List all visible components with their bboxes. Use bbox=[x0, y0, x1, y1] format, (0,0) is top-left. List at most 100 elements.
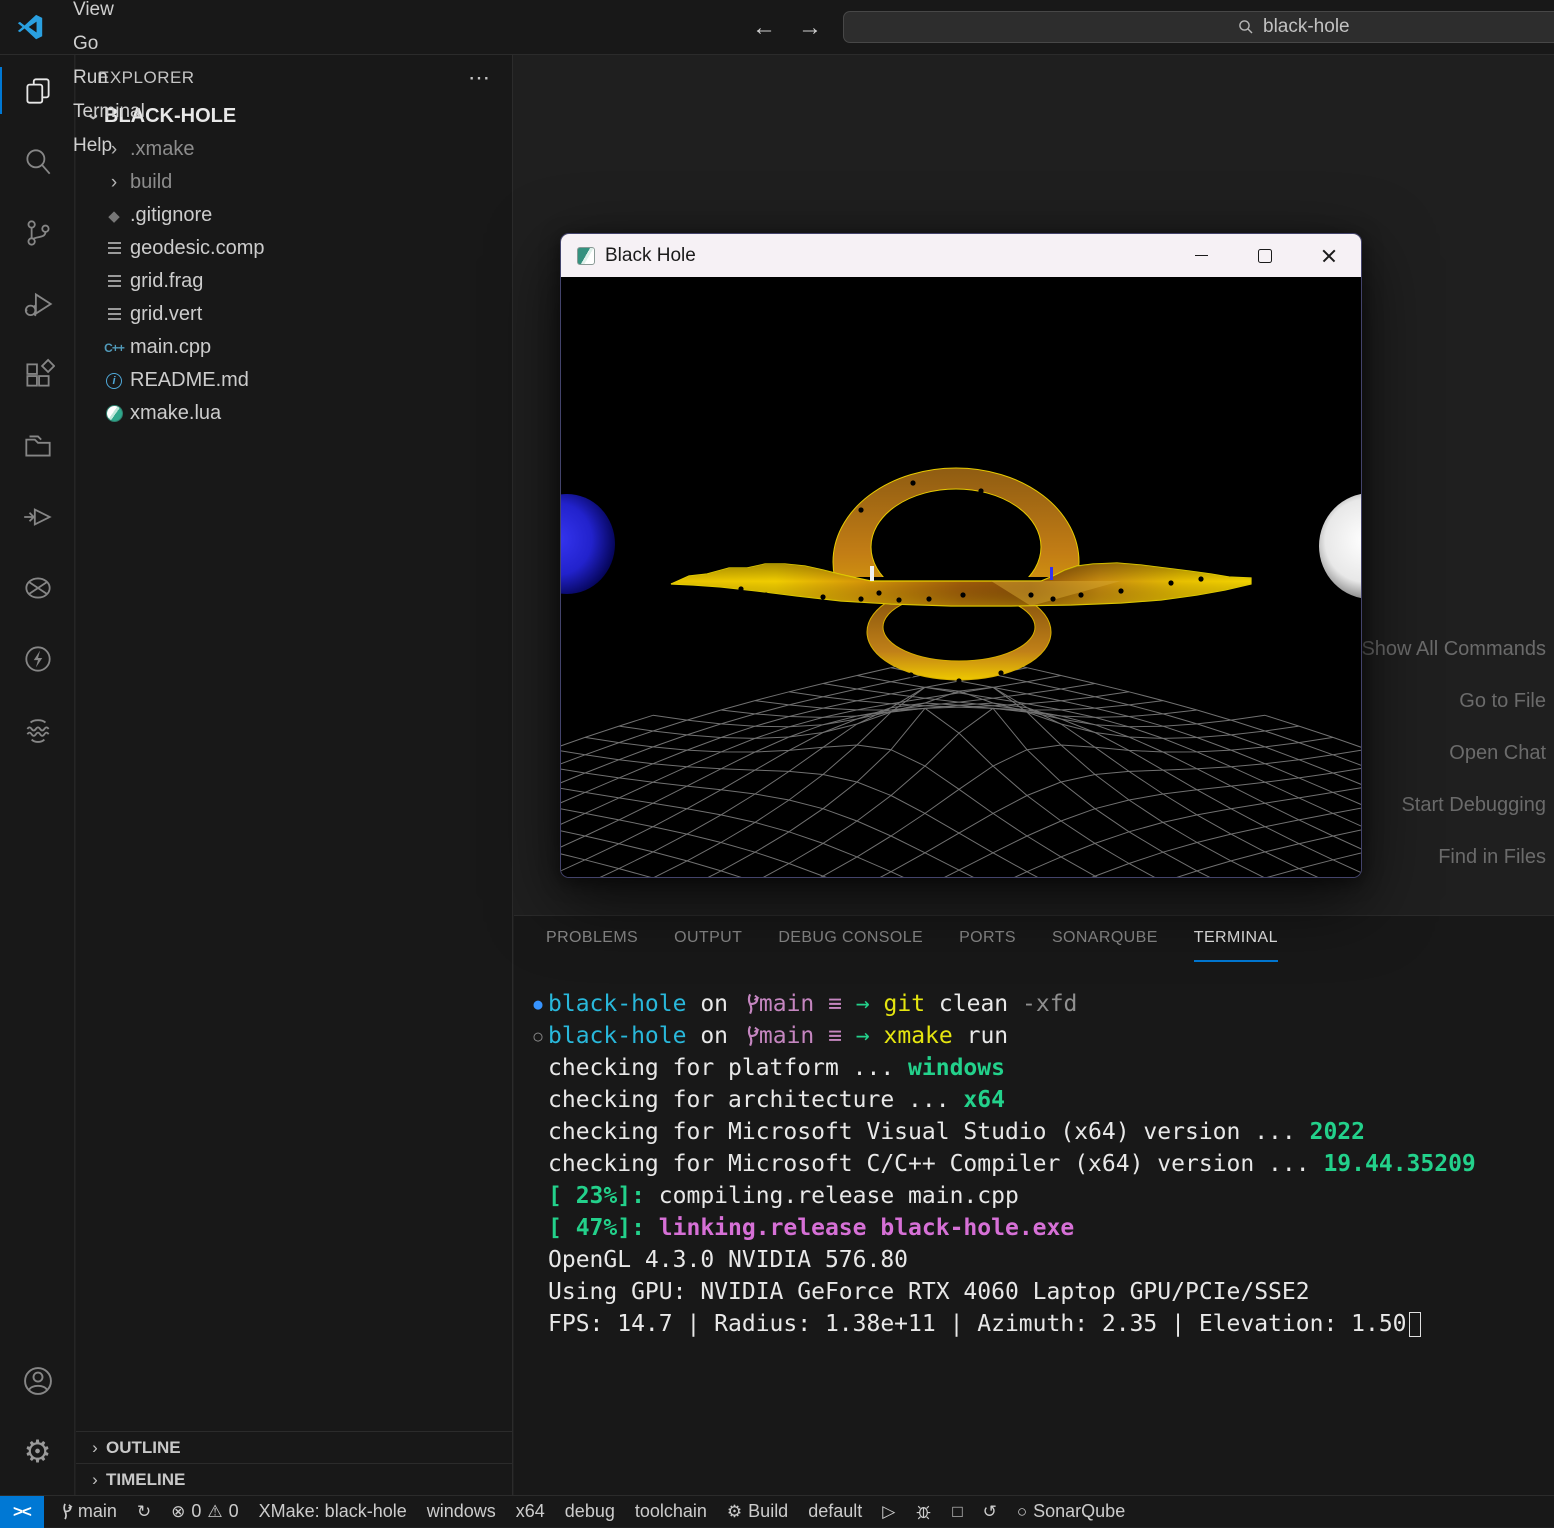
status-sonarqube[interactable]: ○SonarQube bbox=[1007, 1496, 1135, 1528]
tab-terminal[interactable]: TERMINAL bbox=[1194, 916, 1278, 962]
status-problems[interactable]: ⊗0⚠0 bbox=[161, 1496, 249, 1528]
app-icon bbox=[577, 247, 595, 265]
git-branch-icon bbox=[21, 216, 55, 250]
status-label: toolchain bbox=[635, 1501, 707, 1522]
info-icon: i bbox=[106, 373, 122, 389]
status-label: SonarQube bbox=[1033, 1501, 1125, 1522]
status-xmake-build[interactable]: ⚙Build bbox=[717, 1496, 798, 1528]
terminal-text: ≡ bbox=[814, 991, 856, 1017]
status-label: XMake: black-hole bbox=[259, 1501, 407, 1522]
git-branch-icon bbox=[60, 1502, 74, 1521]
status-xmake-stop[interactable]: □ bbox=[942, 1496, 972, 1528]
arrow-play-icon bbox=[21, 500, 55, 534]
tree-item-build[interactable]: ›build bbox=[76, 166, 512, 199]
status-xmake-debug[interactable] bbox=[905, 1496, 942, 1528]
minimize-button[interactable] bbox=[1169, 234, 1233, 277]
tree-item-grid-vert[interactable]: grid.vert bbox=[76, 298, 512, 331]
tree-item-geodesic-comp[interactable]: geodesic.comp bbox=[76, 232, 512, 265]
tree-item-xmake-lua[interactable]: xmake.lua bbox=[76, 397, 512, 430]
black-hole-app-window[interactable]: Black Hole bbox=[560, 233, 1362, 878]
status-xmake-run[interactable]: ▷ bbox=[872, 1496, 905, 1528]
activity-run-and-debug[interactable] bbox=[0, 268, 75, 339]
menu-view[interactable]: View bbox=[59, 0, 165, 27]
activity-settings[interactable]: ⚙ bbox=[0, 1416, 75, 1487]
remote-icon: >< bbox=[13, 1502, 31, 1522]
search-value: black-hole bbox=[1263, 16, 1350, 38]
lightning-icon bbox=[21, 642, 55, 676]
file-icon-cpp: C++ bbox=[102, 341, 126, 355]
terminal-text: x64 bbox=[963, 1087, 1005, 1113]
status-label: default bbox=[808, 1501, 862, 1522]
history-icon: ↺ bbox=[983, 1502, 997, 1522]
terminal-text: checking for Microsoft Visual Studio (x6… bbox=[548, 1119, 1310, 1145]
tree-label: grid.frag bbox=[130, 270, 203, 293]
tree-item--gitignore[interactable]: ◆ .gitignore bbox=[76, 199, 512, 232]
tree-label: main.cpp bbox=[130, 336, 211, 359]
activity-thunder-client[interactable] bbox=[0, 623, 75, 694]
status-bar: ><main↻⊗0⚠0XMake: black-holewindowsx64de… bbox=[0, 1495, 1554, 1527]
tree-item-readme-md[interactable]: iREADME.md bbox=[76, 364, 512, 397]
status-label: windows bbox=[427, 1501, 496, 1522]
tab-ports[interactable]: PORTS bbox=[959, 916, 1016, 962]
file-icon-lines bbox=[102, 275, 126, 288]
file-lines-icon bbox=[108, 275, 121, 288]
activity-account[interactable] bbox=[0, 1345, 75, 1416]
status-remote[interactable]: >< bbox=[0, 1496, 44, 1528]
activity-run-tool[interactable] bbox=[0, 481, 75, 552]
git-icon: ◆ bbox=[108, 207, 120, 225]
terminal-text: OpenGL 4.3.0 NVIDIA 576.80 bbox=[548, 1247, 908, 1273]
close-button[interactable] bbox=[1297, 234, 1361, 277]
status-sync[interactable]: ↻ bbox=[127, 1496, 161, 1528]
tab-sonarqube[interactable]: SONARQUBE bbox=[1052, 916, 1158, 962]
tree-label: .gitignore bbox=[130, 204, 212, 227]
vscode-logo-icon bbox=[15, 12, 45, 42]
tab-problems[interactable]: PROBLEMS bbox=[546, 916, 638, 962]
section-outline[interactable]: ›OUTLINE bbox=[76, 1431, 512, 1463]
terminal[interactable]: ●black-hole on main ≡ → git clean -xfd○b… bbox=[514, 962, 1554, 1340]
tab-debug-console[interactable]: DEBUG CONSOLE bbox=[778, 916, 923, 962]
activity-sonarqube[interactable] bbox=[0, 552, 75, 623]
app-window-titlebar[interactable]: Black Hole bbox=[561, 234, 1361, 277]
terminal-text: git bbox=[884, 991, 939, 1017]
terminal-text: on bbox=[700, 1023, 742, 1049]
status-xmake-target[interactable]: default bbox=[798, 1496, 872, 1528]
menu-run[interactable]: Run bbox=[59, 61, 165, 95]
menu-terminal[interactable]: Terminal bbox=[59, 95, 165, 129]
activity-remote-folders[interactable] bbox=[0, 410, 75, 481]
terminal-text: main bbox=[759, 991, 814, 1017]
status-xmake-project[interactable]: XMake: black-hole bbox=[249, 1496, 417, 1528]
activity-bar: ⚙ bbox=[0, 55, 75, 1495]
file-icon-git: ◆ bbox=[102, 207, 126, 225]
status-git-branch[interactable]: main bbox=[48, 1496, 127, 1528]
activity-waves-extension[interactable] bbox=[0, 694, 75, 765]
activity-source-control[interactable] bbox=[0, 197, 75, 268]
file-tree: ›.xmake›build◆.gitignoregeodesic.compgri… bbox=[76, 133, 512, 430]
status-xmake-arch[interactable]: x64 bbox=[506, 1496, 555, 1528]
status-xmake-mode[interactable]: debug bbox=[555, 1496, 625, 1528]
file-lines-icon bbox=[108, 308, 121, 321]
command-center-search[interactable]: black-hole bbox=[843, 11, 1554, 43]
circle-cross-icon bbox=[21, 571, 55, 605]
file-lines-icon bbox=[108, 242, 121, 255]
activity-extensions[interactable] bbox=[0, 339, 75, 410]
terminal-line: checking for platform ... windows bbox=[528, 1052, 1554, 1084]
terminal-text: checking for Microsoft C/C++ Compiler (x… bbox=[548, 1151, 1323, 1177]
menu-help[interactable]: Help bbox=[59, 129, 165, 163]
tree-item-grid-frag[interactable]: grid.frag bbox=[76, 265, 512, 298]
status-xmake-history[interactable]: ↺ bbox=[973, 1496, 1007, 1528]
tree-item-main-cpp[interactable]: C++ main.cpp bbox=[76, 331, 512, 364]
terminal-text: Using GPU: NVIDIA GeForce RTX 4060 Lapto… bbox=[548, 1279, 1310, 1305]
more-actions-icon[interactable]: ⋯ bbox=[468, 65, 490, 91]
menu-go[interactable]: Go bbox=[59, 27, 165, 61]
status-xmake-platform[interactable]: windows bbox=[417, 1496, 506, 1528]
section-timeline[interactable]: ›TIMELINE bbox=[76, 1463, 512, 1495]
warning-icon: ⚠ bbox=[207, 1502, 222, 1522]
maximize-button[interactable] bbox=[1233, 234, 1297, 277]
status-xmake-toolchain[interactable]: toolchain bbox=[625, 1496, 717, 1528]
nav-back-button[interactable]: ← bbox=[752, 14, 776, 42]
terminal-cursor bbox=[1409, 1312, 1421, 1337]
status-label: Build bbox=[748, 1501, 788, 1522]
nav-forward-button[interactable]: → bbox=[798, 14, 822, 42]
tab-output[interactable]: OUTPUT bbox=[674, 916, 742, 962]
sidebar-sections: ›OUTLINE›TIMELINE bbox=[76, 1431, 512, 1495]
